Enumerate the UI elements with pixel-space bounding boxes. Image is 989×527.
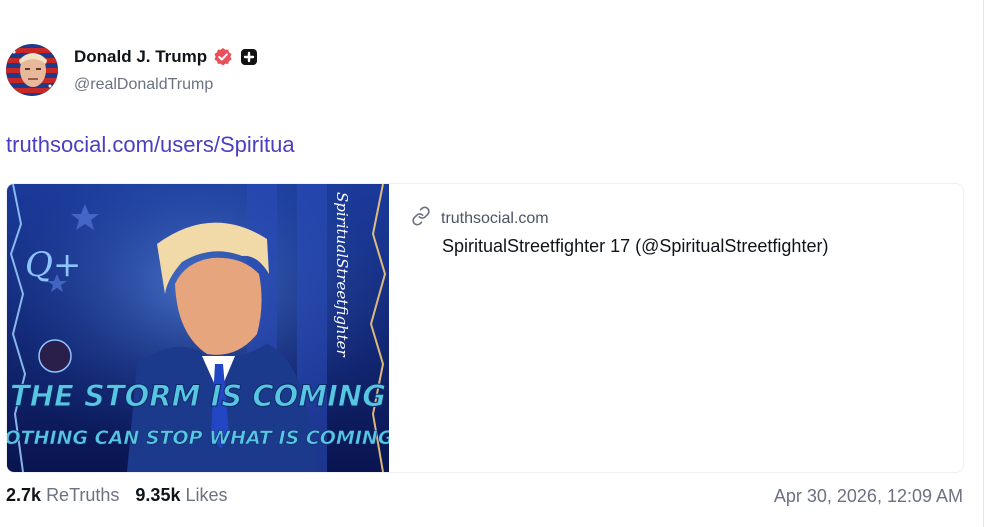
- image-headline: THE STORM IS COMING: [10, 379, 386, 413]
- likes-label: Likes: [185, 485, 228, 505]
- post-stats: 2.7k ReTruths 9.35k Likes: [6, 485, 228, 506]
- verified-badge-icon: [213, 47, 233, 67]
- post-page: Donald J. Trump @realDonaldTrump truthso…: [0, 0, 989, 527]
- author-name[interactable]: Donald J. Trump: [74, 47, 207, 67]
- retruths-count: 2.7k: [6, 485, 42, 505]
- likes-count: 9.35k: [135, 485, 181, 505]
- card-domain-row: truthsocial.com: [411, 206, 549, 231]
- image-subline: NOTHING CAN STOP WHAT IS COMING: [7, 427, 389, 449]
- image-signature: SpiritualStreetfighter: [333, 192, 351, 358]
- post-link[interactable]: truthsocial.com/users/Spiritua: [6, 132, 295, 158]
- likes-stat[interactable]: 9.35k Likes: [135, 485, 227, 506]
- author-handle[interactable]: @realDonaldTrump: [74, 76, 213, 94]
- image-q-letter: Q+: [25, 245, 81, 285]
- author-avatar[interactable]: [6, 44, 58, 96]
- plus-badge-icon: [239, 47, 259, 67]
- retruths-label: ReTruths: [46, 485, 120, 505]
- author-name-row[interactable]: Donald J. Trump: [74, 47, 259, 67]
- card-title: SpiritualStreetfighter 17 (@SpiritualStr…: [442, 236, 829, 256]
- link-preview-card[interactable]: Q+ SpiritualStreetfighter THE STORM IS C…: [6, 183, 964, 473]
- card-preview-image: Q+ SpiritualStreetfighter THE STORM IS C…: [7, 184, 389, 472]
- retruths-stat[interactable]: 2.7k ReTruths: [6, 485, 119, 506]
- post-timestamp[interactable]: Apr 30, 2026, 12:09 AM: [774, 486, 963, 507]
- avatar-image: [6, 44, 58, 96]
- link-icon: [411, 206, 431, 231]
- card-domain: truthsocial.com: [441, 209, 549, 227]
- column-divider: [983, 0, 984, 527]
